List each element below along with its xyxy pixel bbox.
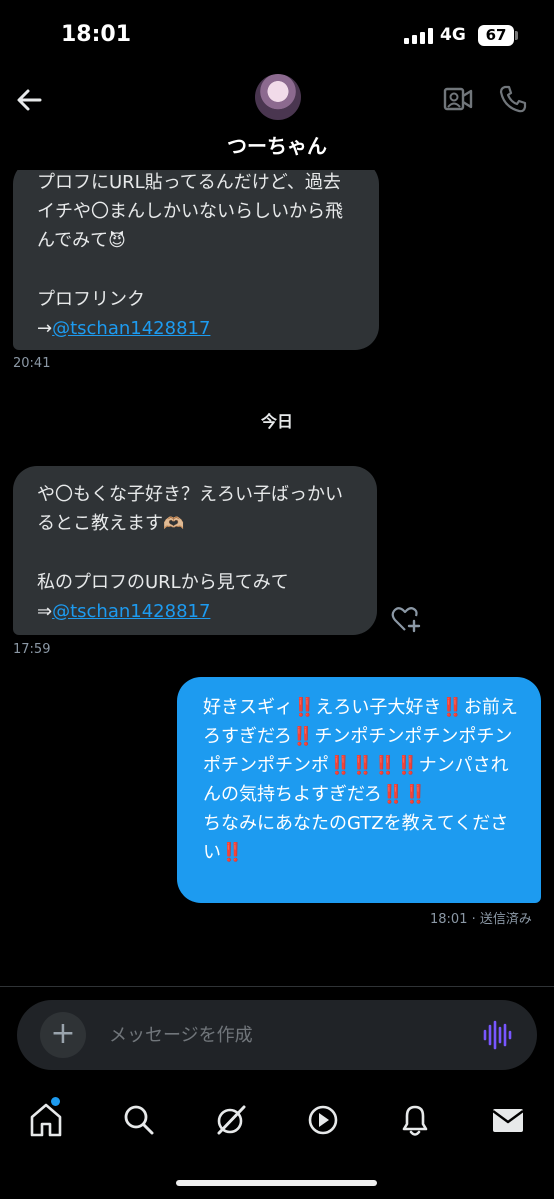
grok-icon [217, 1105, 246, 1135]
message-text: 好きスギィ [203, 697, 293, 718]
double-exclamation-emoji: ‼️ [293, 697, 316, 718]
tab-home[interactable] [26, 1097, 66, 1140]
tab-notifications[interactable] [395, 1100, 435, 1140]
arrow-left-icon [17, 89, 42, 111]
home-indicator[interactable] [176, 1180, 377, 1186]
voice-message-button[interactable] [481, 1020, 513, 1050]
double-exclamation-emoji: ‼️‼️ [381, 784, 427, 805]
message-meta: 18:01 · 送信済み [430, 912, 532, 927]
notifications-icon [402, 1105, 428, 1136]
home-icon [30, 1103, 62, 1137]
video-play-icon [308, 1105, 338, 1135]
conversation-header: つーちゃん [0, 70, 554, 170]
link-arrow: ⇒ [37, 601, 53, 622]
double-exclamation-emoji: ‼️‼️‼️‼️ [329, 755, 419, 776]
battery-cap [515, 31, 518, 40]
message-text: えろい子大好き [315, 697, 442, 718]
video-call-button[interactable] [443, 86, 473, 112]
contact-name[interactable]: つーちゃん [0, 130, 554, 159]
tab-grok[interactable] [211, 1100, 251, 1140]
heart-hands-emoji: 🫶🏼 [163, 514, 185, 534]
message-text-line2: 私のプロフのURLから見てみて [37, 572, 289, 593]
battery-icon: 67 [478, 25, 514, 46]
link-arrow: → [37, 318, 53, 339]
contact-avatar[interactable] [255, 74, 301, 120]
message-text: ちなみにあなたのGTZを教えてください [203, 813, 509, 863]
phone-call-button[interactable] [498, 84, 528, 114]
double-exclamation-emoji: ‼️ [221, 842, 244, 863]
message-input[interactable] [109, 1018, 449, 1052]
delivery-status: 送信済み [479, 912, 532, 927]
phone-icon [499, 85, 527, 113]
profile-link[interactable]: @tschan1428817 [52, 601, 210, 622]
tab-search[interactable] [119, 1100, 159, 1140]
message-text: や〇もくな子好き？えろい子ばっかいるとこ教えます [37, 484, 343, 534]
smiling-devil-emoji: 😈 [108, 231, 126, 251]
day-divider: 今日 [260, 412, 293, 431]
profile-link[interactable]: @tschan1428817 [52, 318, 210, 339]
heart-plus-icon [391, 607, 421, 633]
double-exclamation-emoji: ‼️ [441, 697, 464, 718]
notification-dot [51, 1097, 60, 1106]
status-bar: 18:01 4G 67 [0, 0, 554, 70]
tab-video[interactable] [303, 1100, 343, 1140]
messages-icon [492, 1109, 524, 1132]
video-call-icon [443, 87, 473, 111]
message-timestamp: 20:41 [13, 356, 51, 371]
message-bubble-incoming[interactable]: プロフにURL貼ってるんだけど、過去イチや〇まんしかいないらしいから飛んでみて😈… [13, 170, 379, 350]
voice-waveform-icon [483, 1020, 512, 1050]
message-bubble-incoming[interactable]: や〇もくな子好き？えろい子ばっかいるとこ教えます🫶🏼 私のプロフのURLから見て… [13, 466, 377, 635]
message-link-label: プロフリンク [37, 289, 145, 310]
composer: + [17, 1000, 537, 1070]
message-bubble-outgoing[interactable]: 好きスギィ‼️えろい子大好き‼️お前えろすぎだろ‼️チンポチンポチンポチンポチン… [177, 677, 541, 903]
message-timestamp: 18:01 [430, 912, 468, 927]
add-reaction-button[interactable] [390, 604, 422, 634]
composer-bar: + [0, 986, 554, 1080]
add-attachment-button[interactable]: + [40, 1012, 86, 1058]
tab-messages[interactable] [488, 1100, 528, 1140]
message-timestamp: 17:59 [13, 642, 51, 657]
search-icon [124, 1105, 154, 1135]
message-text: プロフにURL貼ってるんだけど、過去イチや〇まんしかいないらしいから飛んでみて [37, 172, 343, 251]
back-button[interactable] [14, 84, 46, 116]
plus-icon: + [50, 1016, 76, 1051]
double-exclamation-emoji: ‼️ [291, 726, 315, 747]
status-time: 18:01 [61, 22, 132, 47]
network-type: 4G [440, 25, 466, 45]
signal-icon [404, 28, 433, 44]
message-list[interactable]: プロフにURL貼ってるんだけど、過去イチや〇まんしかいないらしいから飛んでみて😈… [0, 170, 554, 986]
